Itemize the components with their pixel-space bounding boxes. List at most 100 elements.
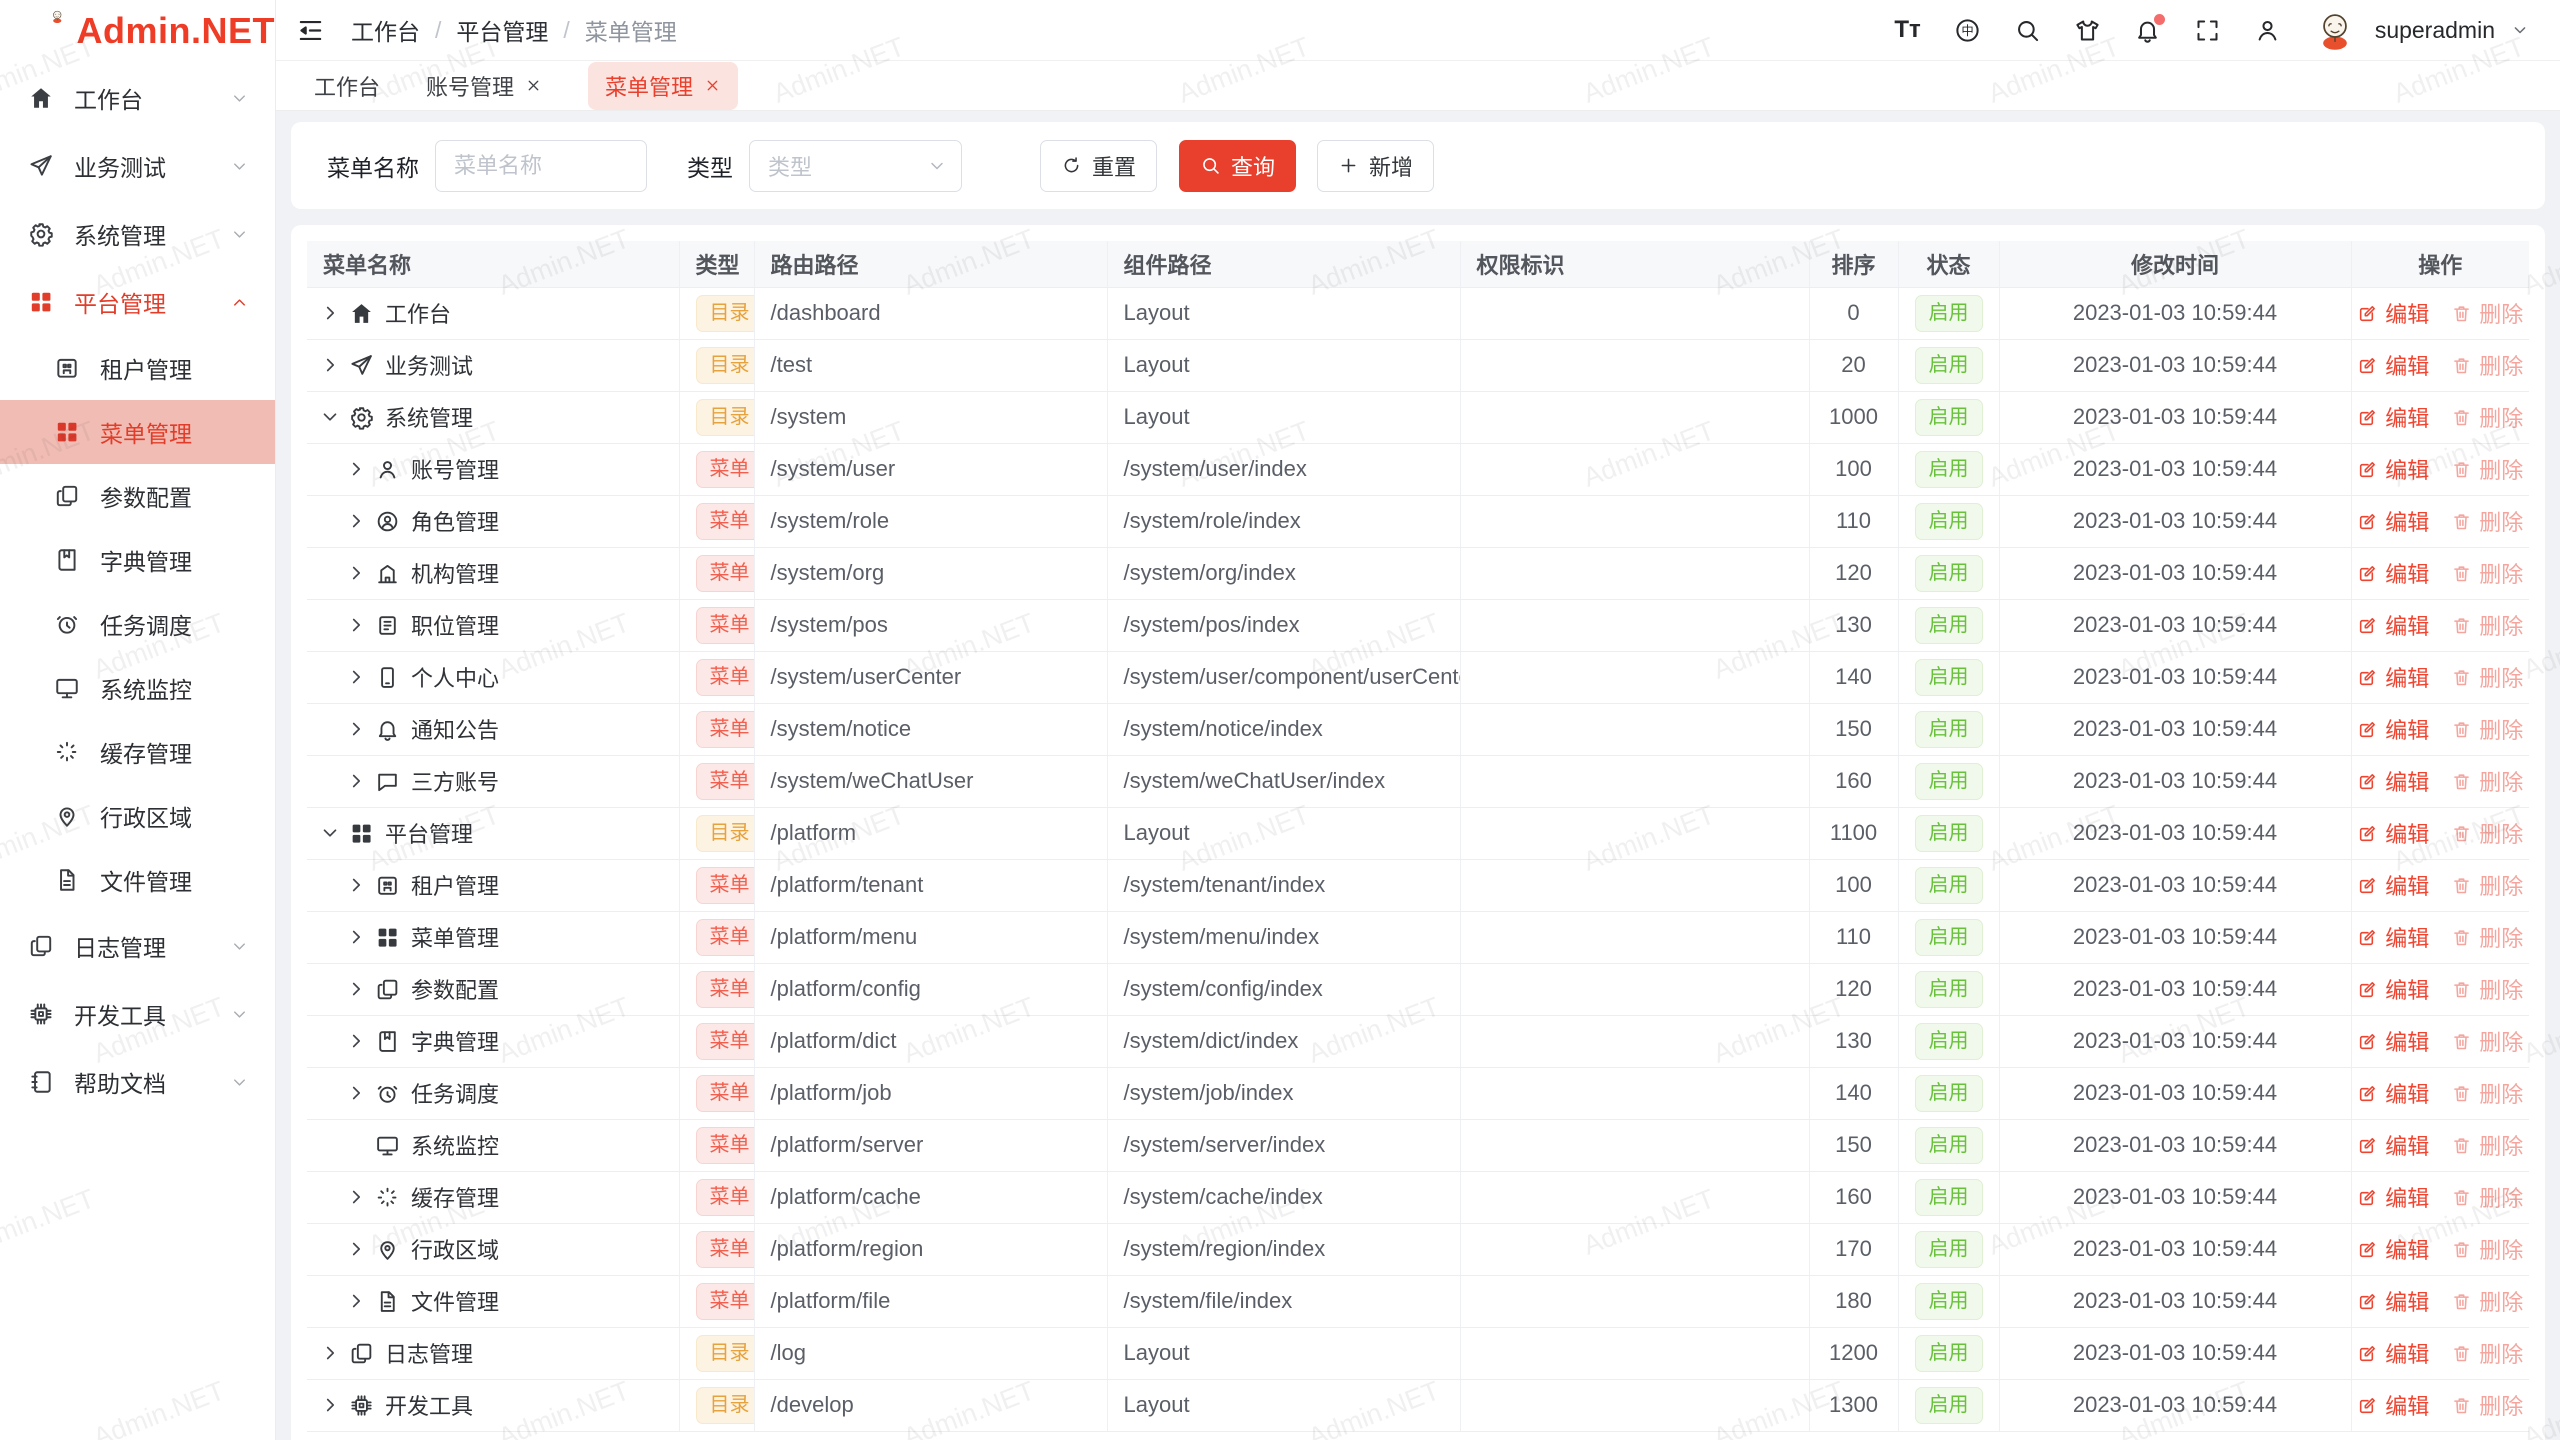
tab-1[interactable]: 账号管理 bbox=[426, 70, 542, 102]
add-button[interactable]: 新增 bbox=[1317, 140, 1434, 192]
expand-arrow-icon[interactable] bbox=[345, 1030, 367, 1052]
delete-button[interactable]: 删除 bbox=[2451, 1077, 2523, 1109]
edit-button[interactable]: 编辑 bbox=[2357, 1077, 2429, 1109]
expand-arrow-icon[interactable] bbox=[345, 978, 367, 1000]
menu-fold-icon[interactable] bbox=[296, 16, 325, 45]
expand-arrow-icon[interactable] bbox=[319, 1394, 341, 1416]
delete-button[interactable]: 删除 bbox=[2451, 1389, 2523, 1421]
menu-name-input[interactable] bbox=[435, 140, 647, 192]
sidebar-item-4[interactable]: 日志管理 bbox=[0, 912, 275, 980]
profile-icon[interactable] bbox=[2254, 17, 2281, 44]
delete-button[interactable]: 删除 bbox=[2451, 349, 2523, 381]
sidebar-item-5[interactable]: 开发工具 bbox=[0, 980, 275, 1048]
edit-button[interactable]: 编辑 bbox=[2357, 609, 2429, 641]
delete-button[interactable]: 删除 bbox=[2451, 1233, 2523, 1265]
edit-button[interactable]: 编辑 bbox=[2357, 661, 2429, 693]
edit-button[interactable]: 编辑 bbox=[2357, 869, 2429, 901]
sidebar-subitem-0[interactable]: 租户管理 bbox=[0, 336, 275, 400]
expand-arrow-icon[interactable] bbox=[345, 1082, 367, 1104]
edit-button[interactable]: 编辑 bbox=[2357, 557, 2429, 589]
edit-button[interactable]: 编辑 bbox=[2357, 1025, 2429, 1057]
delete-button[interactable]: 删除 bbox=[2451, 401, 2523, 433]
delete-button[interactable]: 删除 bbox=[2451, 921, 2523, 953]
sidebar-subitem-7[interactable]: 行政区域 bbox=[0, 784, 275, 848]
expand-arrow-icon[interactable] bbox=[345, 1238, 367, 1260]
expand-collapse-icon[interactable] bbox=[319, 822, 341, 844]
expand-arrow-icon[interactable] bbox=[345, 562, 367, 584]
language-icon[interactable]: 中 bbox=[1954, 17, 1981, 44]
delete-button[interactable]: 删除 bbox=[2451, 453, 2523, 485]
sidebar-subitem-6[interactable]: 缓存管理 bbox=[0, 720, 275, 784]
delete-button[interactable]: 删除 bbox=[2451, 1337, 2523, 1369]
delete-button[interactable]: 删除 bbox=[2451, 661, 2523, 693]
delete-button[interactable]: 删除 bbox=[2451, 1025, 2523, 1057]
sidebar-subitem-1[interactable]: 菜单管理 bbox=[0, 400, 275, 464]
reset-button[interactable]: 重置 bbox=[1040, 140, 1157, 192]
edit-button[interactable]: 编辑 bbox=[2357, 453, 2429, 485]
edit-button[interactable]: 编辑 bbox=[2357, 297, 2429, 329]
notification-bell-icon[interactable] bbox=[2134, 17, 2161, 44]
expand-arrow-icon[interactable] bbox=[345, 510, 367, 532]
delete-button[interactable]: 删除 bbox=[2451, 1285, 2523, 1317]
tab-2[interactable]: 菜单管理 bbox=[588, 62, 738, 110]
sidebar-item-2[interactable]: 系统管理 bbox=[0, 200, 275, 268]
edit-button[interactable]: 编辑 bbox=[2357, 713, 2429, 745]
delete-button[interactable]: 删除 bbox=[2451, 557, 2523, 589]
expand-arrow-icon[interactable] bbox=[319, 1342, 341, 1364]
delete-button[interactable]: 删除 bbox=[2451, 765, 2523, 797]
edit-button[interactable]: 编辑 bbox=[2357, 1389, 2429, 1421]
delete-button[interactable]: 删除 bbox=[2451, 869, 2523, 901]
search-icon[interactable] bbox=[2014, 17, 2041, 44]
edit-button[interactable]: 编辑 bbox=[2357, 1285, 2429, 1317]
expand-arrow-icon[interactable] bbox=[345, 666, 367, 688]
breadcrumb-item[interactable]: 工作台 bbox=[351, 13, 420, 47]
edit-button[interactable]: 编辑 bbox=[2357, 817, 2429, 849]
delete-button[interactable]: 删除 bbox=[2451, 505, 2523, 537]
expand-arrow-icon[interactable] bbox=[345, 770, 367, 792]
fullscreen-icon[interactable] bbox=[2194, 17, 2221, 44]
edit-button[interactable]: 编辑 bbox=[2357, 973, 2429, 1005]
font-size-tool[interactable]: Tт bbox=[1894, 17, 1920, 44]
delete-button[interactable]: 删除 bbox=[2451, 713, 2523, 745]
breadcrumb-item[interactable]: 平台管理 bbox=[456, 13, 548, 47]
edit-button[interactable]: 编辑 bbox=[2357, 1129, 2429, 1161]
expand-arrow-icon[interactable] bbox=[345, 926, 367, 948]
expand-arrow-icon[interactable] bbox=[345, 1290, 367, 1312]
sidebar-subitem-3[interactable]: 字典管理 bbox=[0, 528, 275, 592]
sidebar-subitem-2[interactable]: 参数配置 bbox=[0, 464, 275, 528]
edit-button[interactable]: 编辑 bbox=[2357, 401, 2429, 433]
sidebar-item-3[interactable]: 平台管理 bbox=[0, 268, 275, 336]
expand-collapse-icon[interactable] bbox=[319, 406, 341, 428]
sidebar-subitem-5[interactable]: 系统监控 bbox=[0, 656, 275, 720]
sidebar-item-0[interactable]: 工作台 bbox=[0, 64, 275, 132]
edit-button[interactable]: 编辑 bbox=[2357, 505, 2429, 537]
delete-button[interactable]: 删除 bbox=[2451, 297, 2523, 329]
expand-arrow-icon[interactable] bbox=[345, 718, 367, 740]
delete-button[interactable]: 删除 bbox=[2451, 1181, 2523, 1213]
sidebar-subitem-8[interactable]: 文件管理 bbox=[0, 848, 275, 912]
edit-button[interactable]: 编辑 bbox=[2357, 1181, 2429, 1213]
expand-arrow-icon[interactable] bbox=[345, 874, 367, 896]
edit-button[interactable]: 编辑 bbox=[2357, 1337, 2429, 1369]
theme-icon[interactable] bbox=[2074, 17, 2101, 44]
expand-arrow-icon[interactable] bbox=[345, 458, 367, 480]
close-icon[interactable] bbox=[525, 77, 542, 94]
expand-arrow-icon[interactable] bbox=[345, 614, 367, 636]
edit-button[interactable]: 编辑 bbox=[2357, 765, 2429, 797]
query-button[interactable]: 查询 bbox=[1179, 140, 1296, 192]
edit-button[interactable]: 编辑 bbox=[2357, 921, 2429, 953]
delete-button[interactable]: 删除 bbox=[2451, 973, 2523, 1005]
expand-arrow-icon[interactable] bbox=[345, 1186, 367, 1208]
sidebar-item-1[interactable]: 业务测试 bbox=[0, 132, 275, 200]
expand-arrow-icon[interactable] bbox=[319, 302, 341, 324]
close-icon[interactable] bbox=[704, 77, 721, 94]
avatar[interactable] bbox=[2314, 9, 2356, 51]
user-menu-caret-icon[interactable] bbox=[2510, 20, 2530, 40]
delete-button[interactable]: 删除 bbox=[2451, 1129, 2523, 1161]
delete-button[interactable]: 删除 bbox=[2451, 609, 2523, 641]
edit-button[interactable]: 编辑 bbox=[2357, 349, 2429, 381]
username[interactable]: superadmin bbox=[2375, 17, 2495, 44]
expand-arrow-icon[interactable] bbox=[319, 354, 341, 376]
sidebar-item-6[interactable]: 帮助文档 bbox=[0, 1048, 275, 1116]
sidebar-subitem-4[interactable]: 任务调度 bbox=[0, 592, 275, 656]
